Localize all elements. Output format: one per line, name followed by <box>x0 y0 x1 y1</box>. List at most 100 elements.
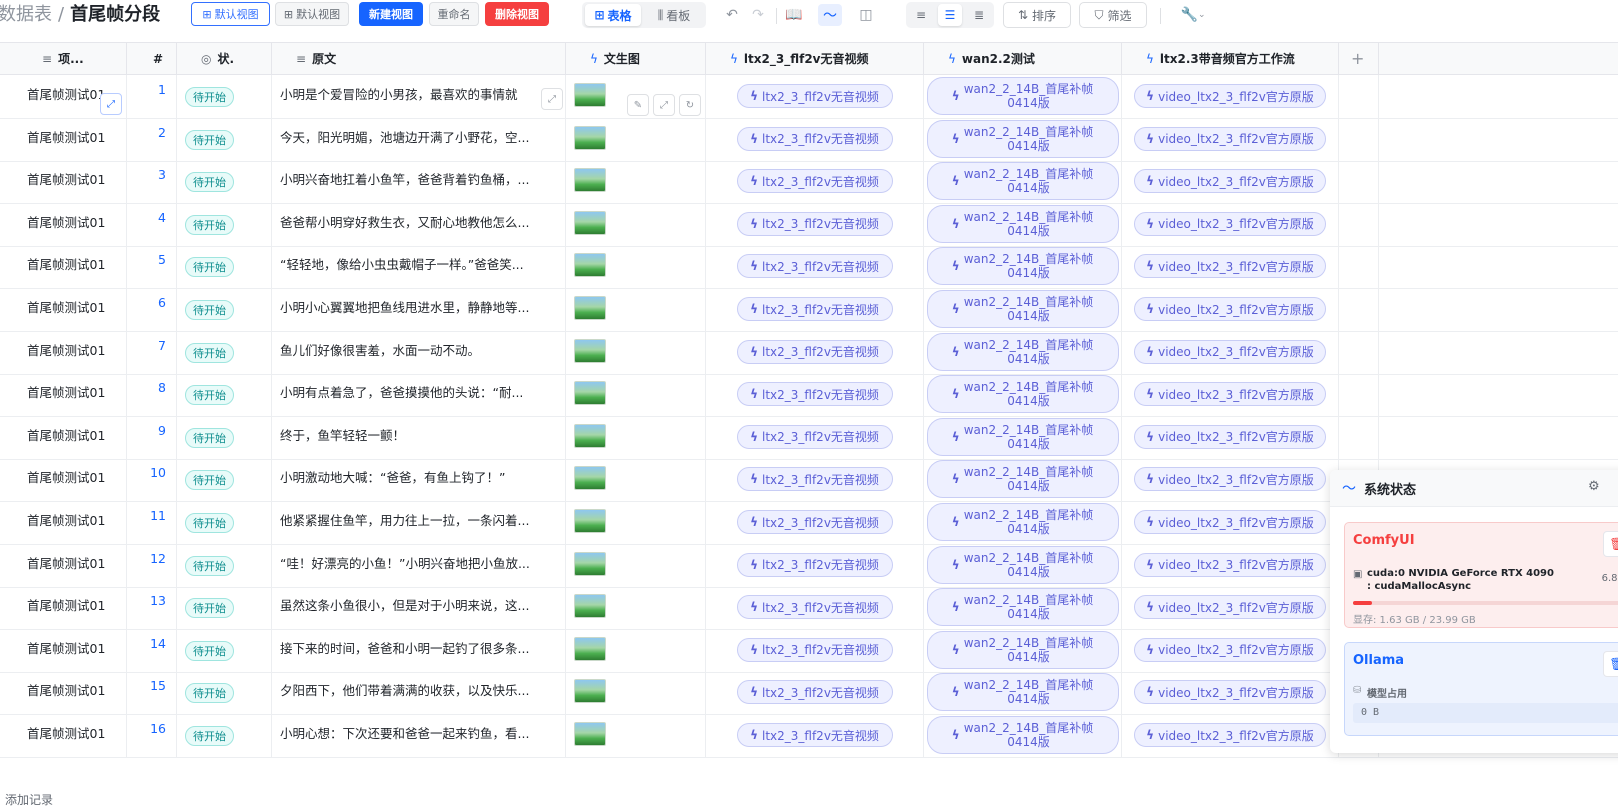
image-thumbnail[interactable] <box>574 594 606 619</box>
cell-ltx[interactable]: ϟ ltx2_3_flf2v无音视频 <box>706 160 924 204</box>
tab-board[interactable]: ⫼ 看板 <box>646 4 702 26</box>
cell-video[interactable]: ϟ video_ltx2_3_flf2v官方原版 <box>1122 714 1339 757</box>
density-medium-icon[interactable]: ☰ <box>938 4 962 26</box>
image-thumbnail[interactable] <box>574 636 606 661</box>
status-badge[interactable]: 待开始 <box>185 598 234 619</box>
wrench-icon[interactable]: 🔧 ⌄ <box>1173 4 1213 26</box>
ltx-workflow-button[interactable]: ϟ ltx2_3_flf2v无音视频 <box>736 382 893 407</box>
image-thumbnail[interactable] <box>574 509 606 533</box>
column-header-wan[interactable]: ϟ wan2.2测试 <box>924 43 1122 74</box>
cell-video[interactable]: ϟ video_ltx2_3_flf2v官方原版 <box>1122 586 1339 630</box>
cell-status[interactable]: 待开始 <box>177 586 272 630</box>
cell-status[interactable]: 待开始 <box>177 671 272 715</box>
status-badge[interactable]: 待开始 <box>185 470 234 491</box>
cell-text[interactable]: 今天，阳光明媚，池塘边开满了小野花，空... <box>272 117 566 161</box>
cell-status[interactable]: 待开始 <box>177 714 272 757</box>
video-workflow-button[interactable]: ϟ video_ltx2_3_flf2v官方原版 <box>1134 254 1326 279</box>
cell-wan[interactable]: ϟ wan2_2_14B_首尾补帧 0414版 <box>924 586 1122 630</box>
wan-workflow-button[interactable]: ϟ wan2_2_14B_首尾补帧 0414版 <box>926 673 1119 712</box>
ltx-workflow-button[interactable]: ϟ ltx2_3_flf2v无音视频 <box>736 637 893 662</box>
cell-ltx[interactable]: ϟ ltx2_3_flf2v无音视频 <box>706 714 924 757</box>
image-thumbnail[interactable] <box>574 296 606 320</box>
table-row[interactable]: 首尾帧测试01 1 待开始 小明是个爱冒险的小男孩，最喜欢的事情就 ϟ ltx2_… <box>0 75 1618 119</box>
cell-wan[interactable]: ϟ wan2_2_14B_首尾补帧 0414版 <box>924 117 1122 161</box>
status-badge[interactable]: 待开始 <box>185 129 234 150</box>
cell-status[interactable]: 待开始 <box>177 117 272 161</box>
cell-video[interactable]: ϟ video_ltx2_3_flf2v官方原版 <box>1122 160 1339 204</box>
cell-name[interactable]: 首尾帧测试01 <box>18 245 127 289</box>
cell-wan[interactable]: ϟ wan2_2_14B_首尾补帧 0414版 <box>924 714 1122 757</box>
status-badge[interactable]: 待开始 <box>185 300 234 320</box>
cell-text[interactable]: 接下来的时间，爸爸和小明一起钓了很多条... <box>272 628 566 672</box>
video-workflow-button[interactable]: ϟ video_ltx2_3_flf2v官方原版 <box>1134 339 1326 364</box>
new-view-button[interactable]: 新建视图 <box>359 2 423 26</box>
refresh-icon[interactable]: ↻ <box>679 94 701 116</box>
cell-ltx[interactable]: ϟ ltx2_3_flf2v无音视频 <box>706 543 924 587</box>
wan-workflow-button[interactable]: ϟ wan2_2_14B_首尾补帧 0414版 <box>926 119 1119 158</box>
table-row[interactable]: 首尾帧测试01 7 待开始 鱼儿们好像很害羞，水面一动不动。 ϟ ltx2_3_f… <box>0 330 1618 375</box>
ltx-workflow-button[interactable]: ϟ ltx2_3_flf2v无音视频 <box>736 680 893 705</box>
ltx-workflow-button[interactable]: ϟ ltx2_3_flf2v无音视频 <box>736 84 893 108</box>
cell-video[interactable]: ϟ video_ltx2_3_flf2v官方原版 <box>1122 202 1339 246</box>
cell-status[interactable]: 待开始 <box>177 501 272 544</box>
cell-text[interactable]: 他紧紧握住鱼竿，用力往上一拉，一条闪着... <box>272 501 566 544</box>
cell-name[interactable]: 首尾帧测试01 <box>18 202 127 246</box>
image-thumbnail[interactable] <box>574 168 606 193</box>
video-workflow-button[interactable]: ϟ video_ltx2_3_flf2v官方原版 <box>1134 552 1326 577</box>
cell-video[interactable]: ϟ video_ltx2_3_flf2v官方原版 <box>1122 75 1339 118</box>
cell-name[interactable]: 首尾帧测试01 <box>18 458 127 502</box>
ltx-workflow-button[interactable]: ϟ ltx2_3_flf2v无音视频 <box>736 254 893 279</box>
status-badge[interactable]: 待开始 <box>185 385 234 406</box>
filter-button[interactable]: ⛉ 筛选 <box>1079 2 1147 28</box>
book-icon[interactable]: 📖 <box>782 4 806 26</box>
delete-view-button[interactable]: 删除视图 <box>485 2 549 26</box>
fullscreen-icon[interactable]: ⤢ <box>653 94 675 116</box>
table-row[interactable]: 首尾帧测试01 8 待开始 小明有点着急了，爸爸摸摸他的头说：“耐... ϟ lt… <box>0 373 1618 418</box>
cell-video[interactable]: ϟ video_ltx2_3_flf2v官方原版 <box>1122 373 1339 417</box>
cell-status[interactable]: 待开始 <box>177 330 272 374</box>
cell-image[interactable] <box>566 714 706 757</box>
add-column-icon[interactable]: + <box>1339 43 1379 74</box>
image-thumbnail[interactable] <box>574 466 606 491</box>
cell-ltx[interactable]: ϟ ltx2_3_flf2v无音视频 <box>706 628 924 672</box>
cell-text[interactable]: 小明小心翼翼地把鱼线甩进水里，静静地等... <box>272 288 566 331</box>
cell-image[interactable] <box>566 117 706 161</box>
column-header-ltx[interactable]: ϟ ltx2_3_flf2v无音视频 <box>706 43 924 74</box>
cell-text[interactable]: 小明有点着急了，爸爸摸摸他的头说：“耐... <box>272 373 566 417</box>
column-header-text[interactable]: ≡ 原文 <box>272 43 566 74</box>
video-workflow-button[interactable]: ϟ video_ltx2_3_flf2v官方原版 <box>1134 680 1326 705</box>
cell-status[interactable]: 待开始 <box>177 202 272 246</box>
cell-wan[interactable]: ϟ wan2_2_14B_首尾补帧 0414版 <box>924 373 1122 417</box>
cell-image[interactable] <box>566 160 706 204</box>
video-workflow-button[interactable]: ϟ video_ltx2_3_flf2v官方原版 <box>1134 467 1326 492</box>
ltx-workflow-button[interactable]: ϟ ltx2_3_flf2v无音视频 <box>736 169 893 194</box>
cell-ltx[interactable]: ϟ ltx2_3_flf2v无音视频 <box>706 245 924 289</box>
image-thumbnail[interactable] <box>574 551 606 576</box>
status-badge[interactable]: 待开始 <box>185 257 234 278</box>
cell-video[interactable]: ϟ video_ltx2_3_flf2v官方原版 <box>1122 501 1339 544</box>
cell-wan[interactable]: ϟ wan2_2_14B_首尾补帧 0414版 <box>924 415 1122 459</box>
column-header-name[interactable]: ≡ 项... <box>18 43 127 74</box>
cell-wan[interactable]: ϟ wan2_2_14B_首尾补帧 0414版 <box>924 671 1122 715</box>
wan-workflow-button[interactable]: ϟ wan2_2_14B_首尾补帧 0414版 <box>926 588 1119 627</box>
wan-workflow-button[interactable]: ϟ wan2_2_14B_首尾补帧 0414版 <box>926 375 1119 414</box>
cell-text[interactable]: 夕阳西下，他们带着满满的收获，以及快乐... <box>272 671 566 715</box>
density-tall-icon[interactable]: ≣ <box>967 4 991 26</box>
ltx-workflow-button[interactable]: ϟ ltx2_3_flf2v无音视频 <box>736 467 893 492</box>
image-thumbnail[interactable] <box>574 125 606 150</box>
table-row[interactable]: 首尾帧测试01 4 待开始 爸爸帮小明穿好救生衣，又耐心地教他怎么... ϟ lt… <box>0 202 1618 247</box>
ltx-workflow-button[interactable]: ϟ ltx2_3_flf2v无音视频 <box>736 211 893 236</box>
cell-name[interactable]: 首尾帧测试01 <box>18 117 127 161</box>
cell-wan[interactable]: ϟ wan2_2_14B_首尾补帧 0414版 <box>924 501 1122 544</box>
cell-wan[interactable]: ϟ wan2_2_14B_首尾补帧 0414版 <box>924 75 1122 118</box>
cell-image[interactable] <box>566 373 706 417</box>
cell-image[interactable] <box>566 202 706 246</box>
ltx-workflow-button[interactable]: ϟ ltx2_3_flf2v无音视频 <box>736 510 893 534</box>
default-view-button-active[interactable]: ⊞ 默认视图 <box>191 2 270 26</box>
image-thumbnail[interactable] <box>574 381 606 406</box>
cell-ltx[interactable]: ϟ ltx2_3_flf2v无音视频 <box>706 373 924 417</box>
ltx-workflow-button[interactable]: ϟ ltx2_3_flf2v无音视频 <box>736 723 893 747</box>
cell-video[interactable]: ϟ video_ltx2_3_flf2v官方原版 <box>1122 288 1339 331</box>
column-header-status[interactable]: ◎ 状. <box>177 43 272 74</box>
cell-ltx[interactable]: ϟ ltx2_3_flf2v无音视频 <box>706 75 924 118</box>
